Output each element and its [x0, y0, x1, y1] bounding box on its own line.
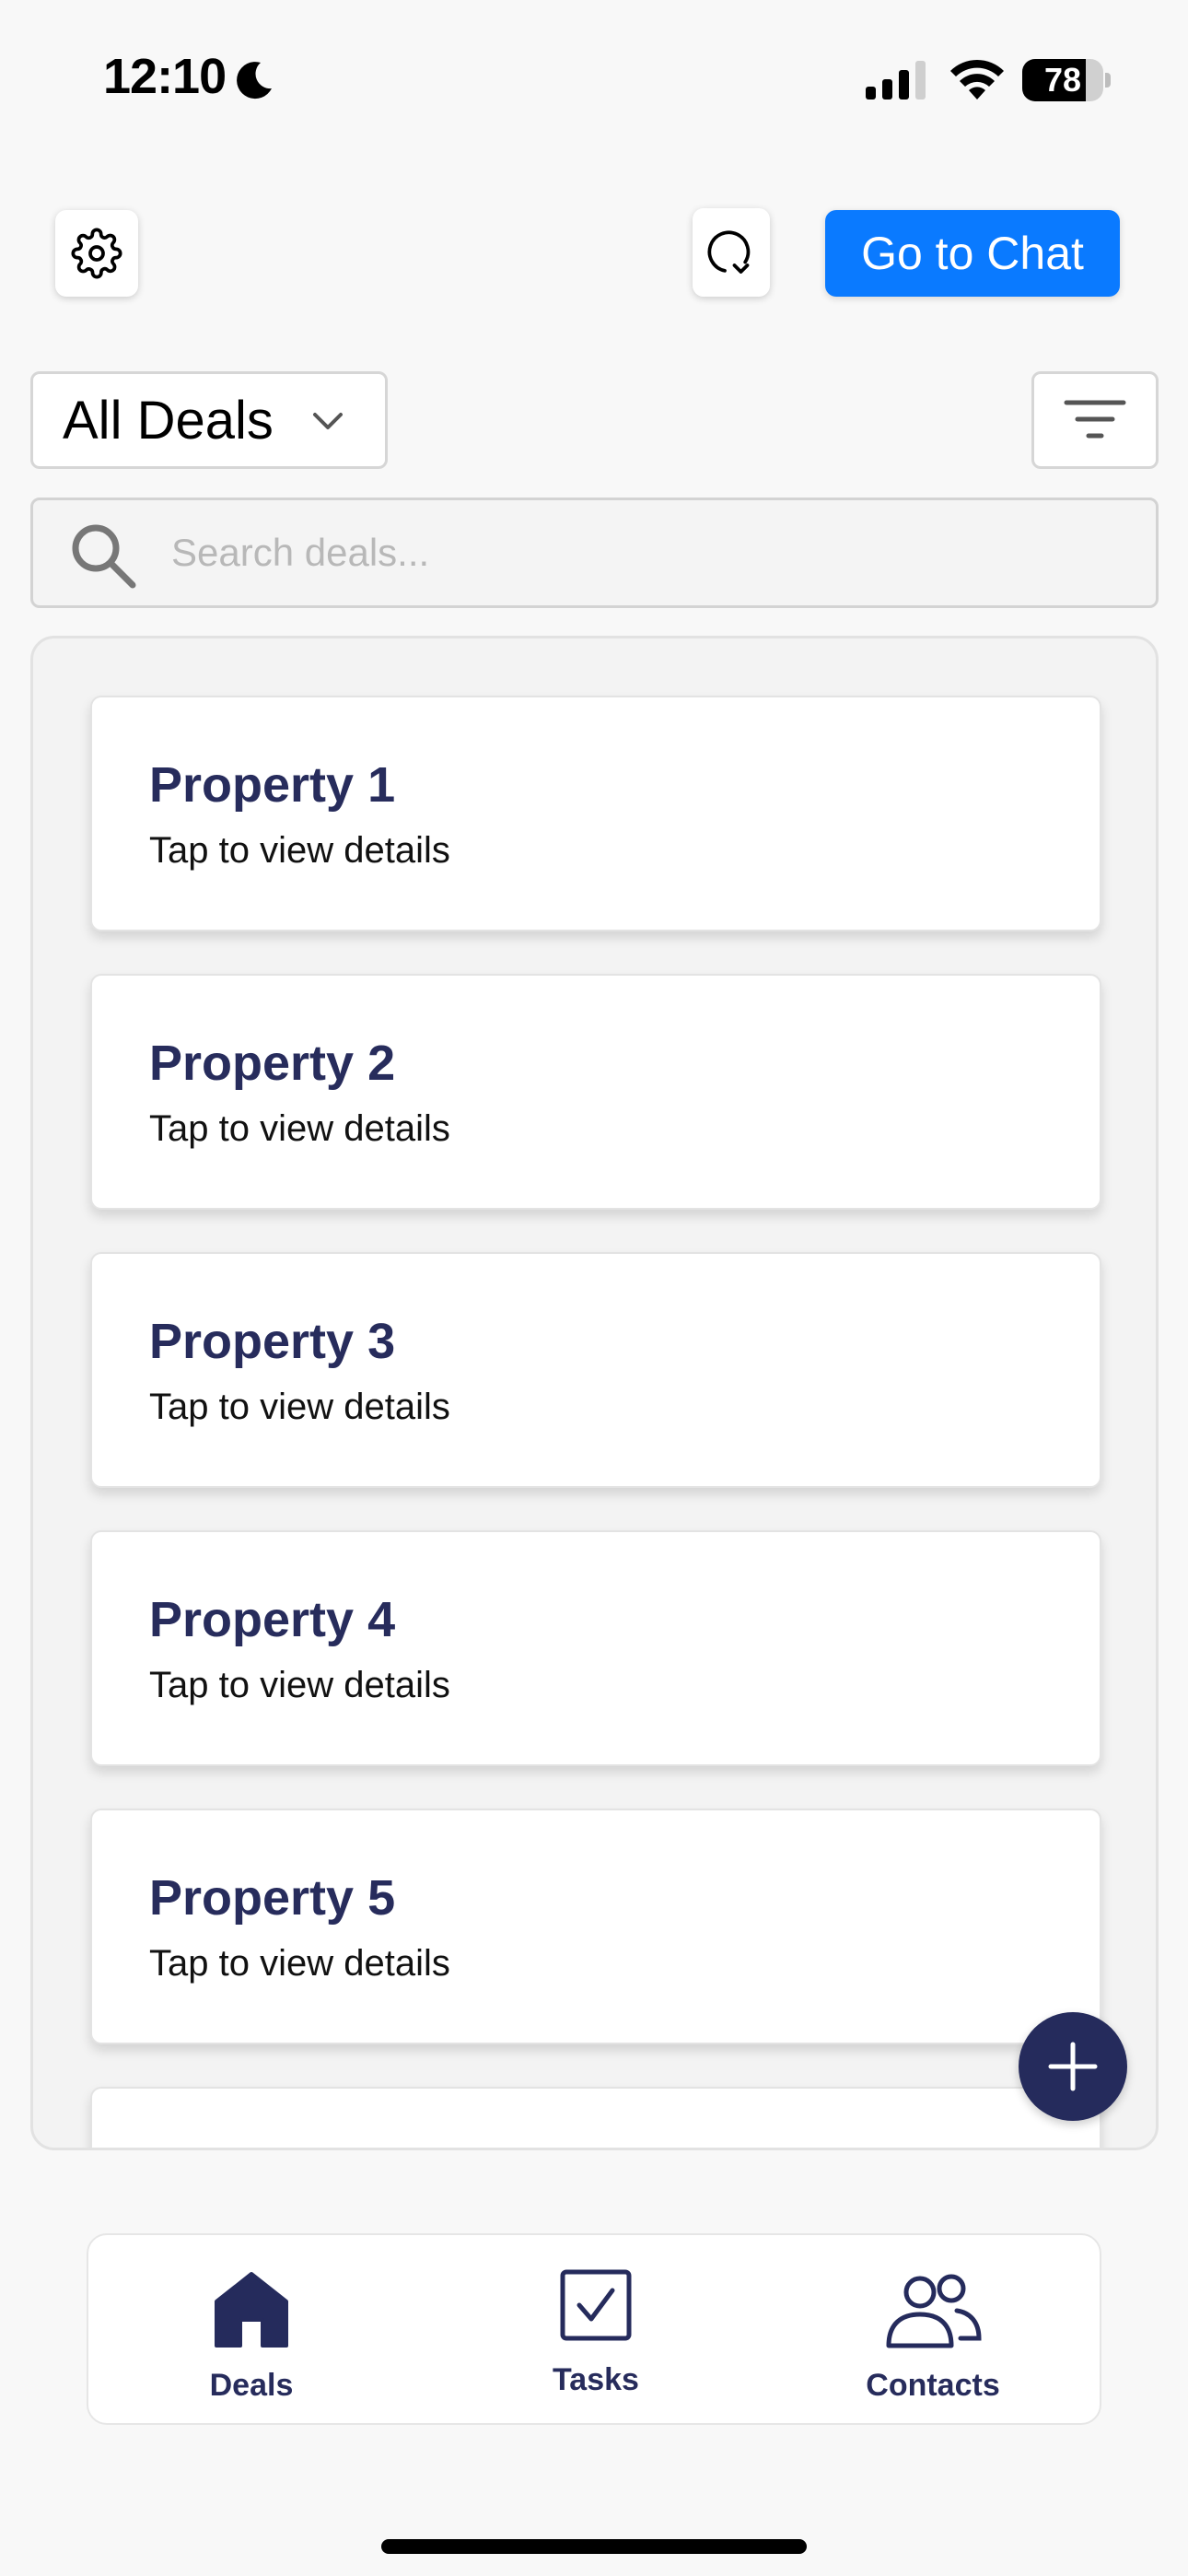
deals-filter-dropdown[interactable]: All Deals — [30, 371, 388, 469]
search-bar — [30, 498, 1159, 608]
checkbox-icon — [560, 2269, 632, 2341]
deal-card[interactable] — [90, 2087, 1101, 2148]
deal-title: Property 1 — [149, 757, 396, 813]
status-bar: 12:10 78 — [0, 0, 1188, 157]
wifi-icon — [950, 59, 1004, 100]
chevron-down-icon — [313, 413, 343, 429]
deal-title: Property 5 — [149, 1870, 396, 1926]
filter-button[interactable] — [1031, 371, 1159, 469]
deal-subtitle: Tap to view details — [149, 1387, 450, 1427]
bottom-nav: Deals Tasks Contacts — [87, 2233, 1101, 2425]
deal-card[interactable]: Property 5 Tap to view details — [90, 1809, 1101, 2044]
settings-button[interactable] — [55, 210, 138, 297]
refresh-button[interactable] — [693, 208, 770, 297]
home-icon — [215, 2272, 288, 2348]
deal-card[interactable]: Property 4 Tap to view details — [90, 1530, 1101, 1766]
search-icon — [72, 524, 136, 589]
nav-item-deals[interactable]: Deals — [113, 2235, 390, 2427]
nav-label-deals: Deals — [209, 2368, 294, 2403]
deal-title: Property 3 — [149, 1314, 396, 1369]
moon-icon — [237, 62, 272, 100]
nav-label-contacts: Contacts — [866, 2368, 1000, 2403]
gear-icon — [71, 228, 122, 279]
deal-subtitle: Tap to view details — [149, 1943, 450, 1984]
deals-dropdown-value: All Deals — [63, 390, 274, 451]
add-deal-button[interactable] — [1019, 2012, 1127, 2121]
deal-card[interactable]: Property 3 Tap to view details — [90, 1252, 1101, 1488]
deal-card[interactable]: Property 2 Tap to view details — [90, 974, 1101, 1210]
deal-subtitle: Tap to view details — [149, 1665, 450, 1705]
refresh-icon — [707, 230, 751, 274]
home-indicator — [381, 2539, 807, 2554]
filter-lines-icon — [1064, 400, 1126, 439]
people-icon — [886, 2274, 982, 2348]
deal-subtitle: Tap to view details — [149, 830, 450, 871]
go-to-chat-button[interactable]: Go to Chat — [825, 210, 1120, 297]
nav-label-tasks: Tasks — [553, 2362, 639, 2397]
nav-item-contacts[interactable]: Contacts — [795, 2235, 1071, 2427]
deal-card[interactable]: Property 1 Tap to view details — [90, 696, 1101, 931]
search-input[interactable] — [171, 500, 1138, 605]
plus-icon — [1048, 2042, 1098, 2091]
deal-title: Property 2 — [149, 1036, 396, 1091]
deal-title: Property 4 — [149, 1592, 396, 1647]
nav-item-tasks[interactable]: Tasks — [458, 2235, 734, 2427]
deals-list: Property 1 Tap to view details Property … — [30, 636, 1159, 2150]
battery-level: 78 — [1043, 61, 1082, 99]
cellular-signal-icon — [866, 61, 926, 100]
status-time: 12:10 — [103, 49, 227, 104]
deal-subtitle: Tap to view details — [149, 1108, 450, 1149]
battery-indicator: 78 — [1022, 59, 1111, 101]
